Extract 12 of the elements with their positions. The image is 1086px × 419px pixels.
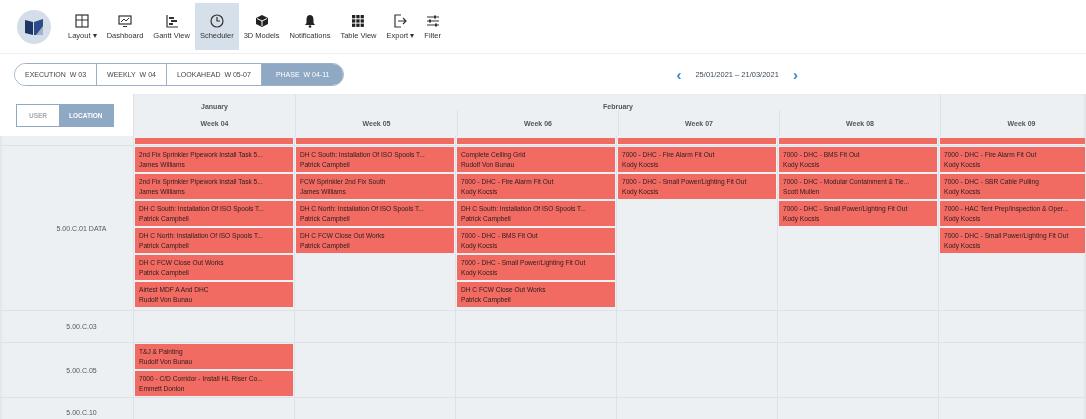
filter-icon [425, 13, 440, 28]
gantt-icon [164, 13, 179, 28]
next-button[interactable]: › [790, 66, 800, 82]
monitor-icon [117, 13, 132, 28]
export-icon [393, 13, 408, 28]
clock-icon [209, 13, 224, 28]
bell-icon [302, 13, 317, 28]
layout-icon [75, 13, 90, 28]
logo-icon [17, 9, 51, 44]
previous-button[interactable]: ‹ [674, 66, 684, 82]
cube-icon [254, 13, 269, 28]
grid-icon [351, 13, 366, 28]
